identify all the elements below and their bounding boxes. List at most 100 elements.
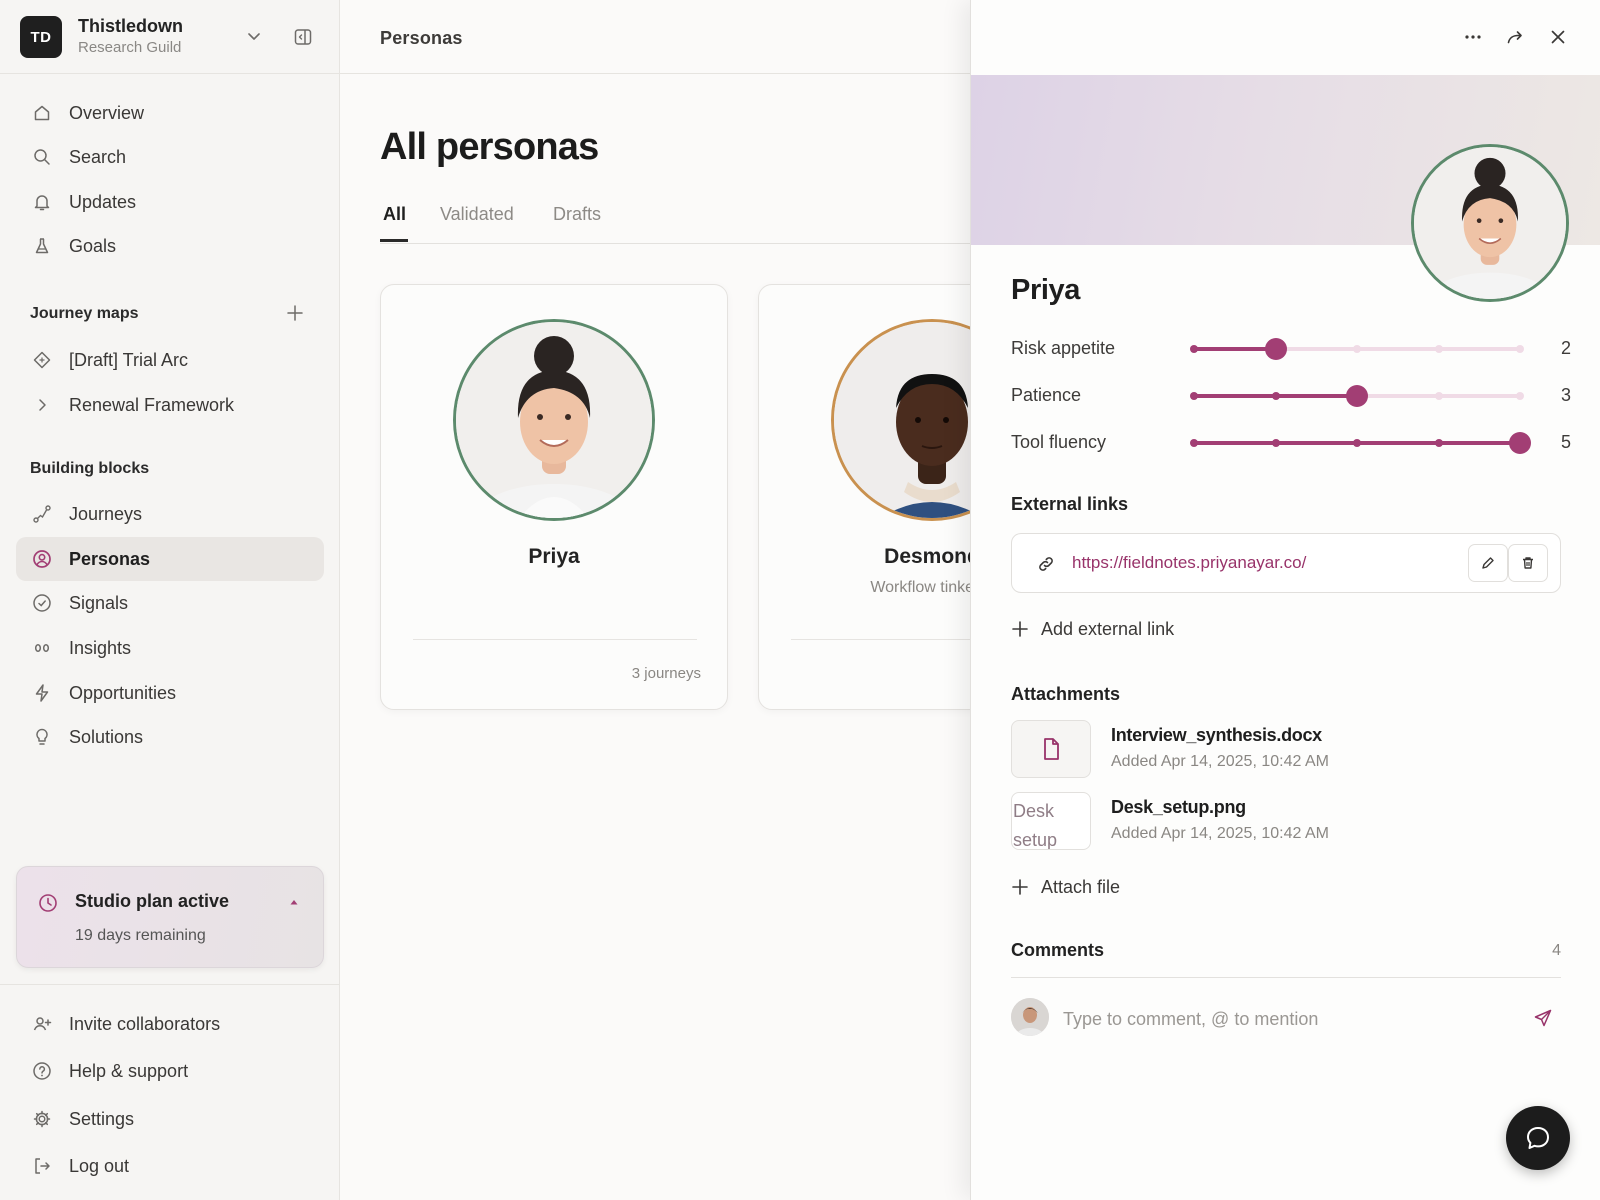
edit-link-button[interactable] [1468, 544, 1508, 582]
slider-step [1353, 345, 1361, 353]
main-content: Personas All personas All Validated Draf… [340, 0, 1106, 1200]
tab-all[interactable]: All [383, 204, 406, 225]
sidebar-item-personas[interactable]: Personas [16, 537, 324, 581]
workspace-switcher[interactable]: TD Thistledown Research Guild [0, 0, 340, 74]
sidebar-item-signals[interactable]: Signals [16, 581, 324, 625]
slider-step [1434, 439, 1443, 447]
slider-knob[interactable] [1509, 432, 1531, 454]
attachment-item[interactable]: Interview_synthesis.docx Added Apr 14, 2… [1011, 720, 1571, 778]
comment-input[interactable] [1063, 1006, 1503, 1032]
attach-file-label: Attach file [1041, 876, 1121, 897]
trait-slider[interactable] [1190, 338, 1524, 360]
sidebar-item-label: Opportunities [69, 682, 177, 703]
tab-validated[interactable]: Validated [440, 204, 514, 225]
sidebar-item-logout[interactable]: Log out [16, 1144, 324, 1188]
sidebar-item-label: Personas [69, 548, 151, 569]
slider-step [1190, 439, 1198, 447]
sidebar-item-updates[interactable]: Updates [16, 180, 324, 224]
breadcrumb[interactable]: Personas [380, 28, 463, 49]
chat-bubble-icon [1527, 1127, 1549, 1149]
trash-icon [1523, 557, 1533, 569]
persona-card-priya[interactable]: Priya 3 journeys [380, 284, 728, 710]
trait-tool-fluency: Tool fluency 5 [1011, 428, 1571, 458]
slider-step [1434, 345, 1443, 353]
close-icon[interactable] [1547, 26, 1569, 48]
plan-status-card[interactable]: Studio plan active 19 days remaining [16, 866, 324, 968]
trait-slider[interactable] [1190, 385, 1524, 407]
trait-value: 5 [1560, 432, 1571, 452]
clock-icon [39, 894, 57, 912]
sidebar-item-overview[interactable]: Overview [16, 91, 324, 135]
sidebar-item-search[interactable]: Search [16, 135, 324, 179]
comments-count: 4 [1552, 942, 1561, 959]
sidebar-item-journeys[interactable]: Journeys [16, 492, 324, 536]
active-tab-indicator [380, 239, 408, 242]
tab-drafts[interactable]: Drafts [553, 204, 601, 225]
plan-title: Studio plan active [75, 891, 230, 911]
more-options-icon[interactable] [1462, 26, 1484, 48]
plus-icon [1012, 621, 1028, 637]
search-icon [32, 147, 52, 167]
lightbulb-icon [32, 727, 52, 747]
sidebar-item-label: [Draft] Trial Arc [69, 349, 189, 370]
chevron-down-icon[interactable] [244, 26, 264, 46]
plan-days-remaining: 19 days remaining [75, 927, 206, 944]
user-circle-icon [32, 549, 52, 569]
share-icon[interactable] [1504, 26, 1526, 48]
collapse-sidebar-icon[interactable] [293, 27, 313, 47]
slider-knob[interactable] [1264, 338, 1287, 360]
sidebar-item-label: Journeys [69, 503, 143, 524]
external-link-url[interactable]: https://fieldnotes.priyanayar.co/ [1072, 553, 1306, 573]
sidebar-item-solutions[interactable]: Solutions [16, 715, 324, 759]
attach-file-button[interactable]: Attach file [1011, 874, 1120, 900]
slider-step [1434, 392, 1443, 400]
attachment-date: Added Apr 14, 2025, 10:42 AM [1111, 825, 1329, 842]
trait-patience: Patience 3 [1011, 381, 1571, 411]
gear-icon [32, 1109, 52, 1129]
sidebar-item-insights[interactable]: Insights [16, 626, 324, 670]
workspace-subtitle: Research Guild [78, 39, 182, 56]
sidebar-item-settings[interactable]: Settings [16, 1097, 324, 1141]
diamond-icon [32, 350, 52, 370]
plus-icon [1012, 879, 1028, 895]
bell-icon [32, 192, 52, 212]
sidebar-item-label: Overview [69, 102, 145, 123]
trait-label: Patience [1011, 385, 1082, 405]
eyes-icon [32, 638, 52, 658]
attachment-date: Added Apr 14, 2025, 10:42 AM [1111, 753, 1329, 770]
journey-maps-heading: Journey maps [30, 305, 139, 322]
caret-up-icon[interactable] [289, 897, 299, 907]
send-icon[interactable] [1533, 1008, 1553, 1028]
comments-header: Comments 4 [1011, 940, 1561, 978]
add-link-label: Add external link [1041, 618, 1175, 639]
sidebar-item-renewal-framework[interactable]: Renewal Framework [16, 383, 324, 427]
sidebar-item-label: Updates [69, 191, 137, 212]
route-icon [32, 504, 52, 524]
slider-step [1516, 345, 1524, 353]
user-plus-icon [32, 1014, 52, 1034]
trait-value: 3 [1560, 385, 1571, 405]
chat-launcher-button[interactable] [1506, 1106, 1570, 1170]
add-external-link-button[interactable]: Add external link [1011, 616, 1174, 642]
comments-heading: Comments [1011, 940, 1105, 960]
profile-avatar[interactable] [1411, 144, 1569, 302]
delete-link-button[interactable] [1508, 544, 1548, 582]
broken-image-alt: Desk setup [1013, 801, 1058, 850]
persona-name: Priya [528, 545, 580, 568]
sidebar-item-draft-trial-arc[interactable]: [Draft] Trial Arc [16, 338, 324, 382]
persona-avatar [453, 319, 655, 521]
sidebar-item-goals[interactable]: Goals [16, 224, 324, 268]
sidebar-item-invite[interactable]: Invite collaborators [16, 1002, 324, 1046]
slider-knob[interactable] [1346, 385, 1368, 407]
sidebar-item-help[interactable]: Help & support [16, 1049, 324, 1093]
attachment-item[interactable]: Desk setup Desk_setup.png Added Apr 14, … [1011, 792, 1571, 850]
attachment-name: Desk_setup.png [1111, 797, 1246, 817]
chevron-right-icon[interactable] [32, 395, 52, 415]
sidebar-item-label: Goals [69, 235, 117, 256]
sidebar-item-opportunities[interactable]: Opportunities [16, 671, 324, 715]
add-journey-map-icon[interactable] [286, 304, 304, 322]
workspace-logo: TD [20, 16, 62, 58]
trait-slider[interactable] [1190, 432, 1531, 454]
slider-step [1190, 345, 1198, 353]
sidebar-item-label: Settings [69, 1108, 135, 1129]
